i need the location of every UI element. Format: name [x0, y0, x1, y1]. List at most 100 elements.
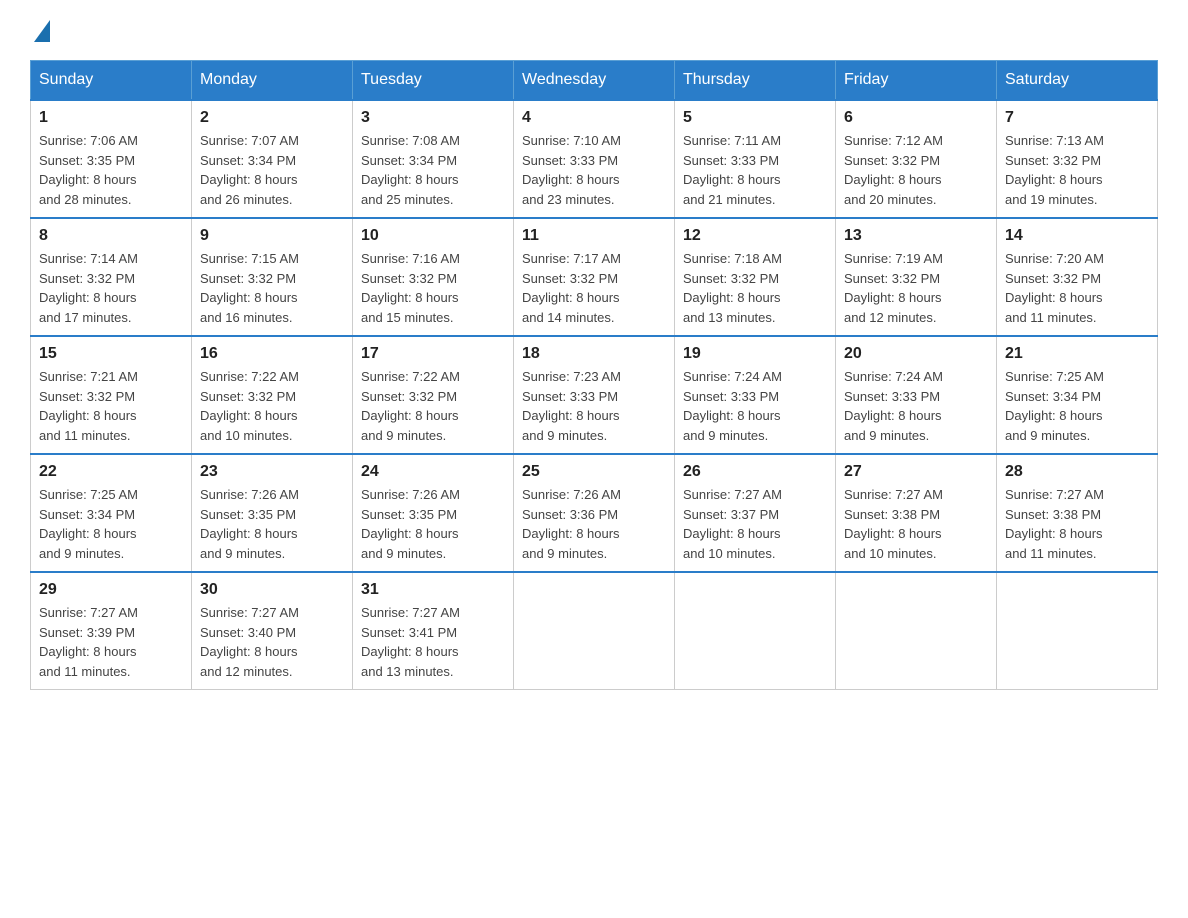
day-number: 21: [1005, 345, 1149, 363]
day-number: 11: [522, 227, 666, 245]
day-info: Sunrise: 7:11 AM Sunset: 3:33 PM Dayligh…: [683, 131, 827, 209]
calendar-cell: 18 Sunrise: 7:23 AM Sunset: 3:33 PM Dayl…: [514, 336, 675, 454]
weekday-header-row: SundayMondayTuesdayWednesdayThursdayFrid…: [31, 61, 1158, 101]
day-number: 7: [1005, 109, 1149, 127]
day-info: Sunrise: 7:13 AM Sunset: 3:32 PM Dayligh…: [1005, 131, 1149, 209]
day-number: 1: [39, 109, 183, 127]
day-info: Sunrise: 7:12 AM Sunset: 3:32 PM Dayligh…: [844, 131, 988, 209]
day-info: Sunrise: 7:19 AM Sunset: 3:32 PM Dayligh…: [844, 249, 988, 327]
calendar-week-2: 8 Sunrise: 7:14 AM Sunset: 3:32 PM Dayli…: [31, 218, 1158, 336]
day-number: 4: [522, 109, 666, 127]
calendar-cell: 26 Sunrise: 7:27 AM Sunset: 3:37 PM Dayl…: [675, 454, 836, 572]
calendar-week-4: 22 Sunrise: 7:25 AM Sunset: 3:34 PM Dayl…: [31, 454, 1158, 572]
day-number: 2: [200, 109, 344, 127]
day-info: Sunrise: 7:27 AM Sunset: 3:38 PM Dayligh…: [1005, 485, 1149, 563]
day-number: 15: [39, 345, 183, 363]
calendar-week-3: 15 Sunrise: 7:21 AM Sunset: 3:32 PM Dayl…: [31, 336, 1158, 454]
logo-top: [30, 20, 50, 44]
calendar-cell: 10 Sunrise: 7:16 AM Sunset: 3:32 PM Dayl…: [353, 218, 514, 336]
weekday-header-friday: Friday: [836, 61, 997, 101]
day-number: 29: [39, 581, 183, 599]
day-info: Sunrise: 7:21 AM Sunset: 3:32 PM Dayligh…: [39, 367, 183, 445]
calendar-cell: 29 Sunrise: 7:27 AM Sunset: 3:39 PM Dayl…: [31, 572, 192, 690]
calendar-cell: [836, 572, 997, 690]
calendar-cell: 3 Sunrise: 7:08 AM Sunset: 3:34 PM Dayli…: [353, 100, 514, 218]
day-number: 20: [844, 345, 988, 363]
calendar-cell: 13 Sunrise: 7:19 AM Sunset: 3:32 PM Dayl…: [836, 218, 997, 336]
calendar-cell: 14 Sunrise: 7:20 AM Sunset: 3:32 PM Dayl…: [997, 218, 1158, 336]
calendar-cell: 22 Sunrise: 7:25 AM Sunset: 3:34 PM Dayl…: [31, 454, 192, 572]
calendar-cell: 7 Sunrise: 7:13 AM Sunset: 3:32 PM Dayli…: [997, 100, 1158, 218]
day-info: Sunrise: 7:27 AM Sunset: 3:37 PM Dayligh…: [683, 485, 827, 563]
weekday-header-thursday: Thursday: [675, 61, 836, 101]
calendar-cell: 17 Sunrise: 7:22 AM Sunset: 3:32 PM Dayl…: [353, 336, 514, 454]
weekday-header-tuesday: Tuesday: [353, 61, 514, 101]
day-number: 6: [844, 109, 988, 127]
calendar-table: SundayMondayTuesdayWednesdayThursdayFrid…: [30, 60, 1158, 690]
day-number: 27: [844, 463, 988, 481]
calendar-cell: [514, 572, 675, 690]
day-info: Sunrise: 7:27 AM Sunset: 3:38 PM Dayligh…: [844, 485, 988, 563]
day-info: Sunrise: 7:10 AM Sunset: 3:33 PM Dayligh…: [522, 131, 666, 209]
day-number: 10: [361, 227, 505, 245]
day-number: 25: [522, 463, 666, 481]
day-info: Sunrise: 7:22 AM Sunset: 3:32 PM Dayligh…: [361, 367, 505, 445]
day-number: 26: [683, 463, 827, 481]
calendar-header: SundayMondayTuesdayWednesdayThursdayFrid…: [31, 61, 1158, 101]
day-info: Sunrise: 7:24 AM Sunset: 3:33 PM Dayligh…: [844, 367, 988, 445]
weekday-header-wednesday: Wednesday: [514, 61, 675, 101]
day-info: Sunrise: 7:27 AM Sunset: 3:39 PM Dayligh…: [39, 603, 183, 681]
calendar-cell: 30 Sunrise: 7:27 AM Sunset: 3:40 PM Dayl…: [192, 572, 353, 690]
day-number: 3: [361, 109, 505, 127]
day-info: Sunrise: 7:17 AM Sunset: 3:32 PM Dayligh…: [522, 249, 666, 327]
day-number: 19: [683, 345, 827, 363]
weekday-header-monday: Monday: [192, 61, 353, 101]
calendar-cell: 1 Sunrise: 7:06 AM Sunset: 3:35 PM Dayli…: [31, 100, 192, 218]
calendar-cell: 21 Sunrise: 7:25 AM Sunset: 3:34 PM Dayl…: [997, 336, 1158, 454]
calendar-cell: 31 Sunrise: 7:27 AM Sunset: 3:41 PM Dayl…: [353, 572, 514, 690]
calendar-cell: 25 Sunrise: 7:26 AM Sunset: 3:36 PM Dayl…: [514, 454, 675, 572]
day-number: 14: [1005, 227, 1149, 245]
calendar-cell: 11 Sunrise: 7:17 AM Sunset: 3:32 PM Dayl…: [514, 218, 675, 336]
calendar-cell: 20 Sunrise: 7:24 AM Sunset: 3:33 PM Dayl…: [836, 336, 997, 454]
day-info: Sunrise: 7:08 AM Sunset: 3:34 PM Dayligh…: [361, 131, 505, 209]
weekday-header-sunday: Sunday: [31, 61, 192, 101]
day-number: 16: [200, 345, 344, 363]
day-info: Sunrise: 7:26 AM Sunset: 3:35 PM Dayligh…: [361, 485, 505, 563]
day-info: Sunrise: 7:14 AM Sunset: 3:32 PM Dayligh…: [39, 249, 183, 327]
calendar-cell: 23 Sunrise: 7:26 AM Sunset: 3:35 PM Dayl…: [192, 454, 353, 572]
day-number: 28: [1005, 463, 1149, 481]
calendar-cell: 8 Sunrise: 7:14 AM Sunset: 3:32 PM Dayli…: [31, 218, 192, 336]
day-number: 13: [844, 227, 988, 245]
day-number: 31: [361, 581, 505, 599]
calendar-cell: 5 Sunrise: 7:11 AM Sunset: 3:33 PM Dayli…: [675, 100, 836, 218]
day-info: Sunrise: 7:25 AM Sunset: 3:34 PM Dayligh…: [1005, 367, 1149, 445]
day-number: 22: [39, 463, 183, 481]
day-info: Sunrise: 7:27 AM Sunset: 3:40 PM Dayligh…: [200, 603, 344, 681]
day-info: Sunrise: 7:16 AM Sunset: 3:32 PM Dayligh…: [361, 249, 505, 327]
day-info: Sunrise: 7:23 AM Sunset: 3:33 PM Dayligh…: [522, 367, 666, 445]
day-info: Sunrise: 7:15 AM Sunset: 3:32 PM Dayligh…: [200, 249, 344, 327]
calendar-cell: [675, 572, 836, 690]
calendar-cell: 9 Sunrise: 7:15 AM Sunset: 3:32 PM Dayli…: [192, 218, 353, 336]
day-info: Sunrise: 7:25 AM Sunset: 3:34 PM Dayligh…: [39, 485, 183, 563]
calendar-cell: 16 Sunrise: 7:22 AM Sunset: 3:32 PM Dayl…: [192, 336, 353, 454]
calendar-week-1: 1 Sunrise: 7:06 AM Sunset: 3:35 PM Dayli…: [31, 100, 1158, 218]
page-header: [30, 20, 1158, 40]
calendar-cell: 27 Sunrise: 7:27 AM Sunset: 3:38 PM Dayl…: [836, 454, 997, 572]
calendar-cell: 2 Sunrise: 7:07 AM Sunset: 3:34 PM Dayli…: [192, 100, 353, 218]
logo-triangle-icon: [34, 20, 50, 42]
day-info: Sunrise: 7:26 AM Sunset: 3:35 PM Dayligh…: [200, 485, 344, 563]
day-number: 5: [683, 109, 827, 127]
calendar-cell: 19 Sunrise: 7:24 AM Sunset: 3:33 PM Dayl…: [675, 336, 836, 454]
weekday-header-saturday: Saturday: [997, 61, 1158, 101]
day-number: 18: [522, 345, 666, 363]
day-number: 9: [200, 227, 344, 245]
day-info: Sunrise: 7:24 AM Sunset: 3:33 PM Dayligh…: [683, 367, 827, 445]
calendar-cell: 28 Sunrise: 7:27 AM Sunset: 3:38 PM Dayl…: [997, 454, 1158, 572]
calendar-cell: 4 Sunrise: 7:10 AM Sunset: 3:33 PM Dayli…: [514, 100, 675, 218]
calendar-cell: 12 Sunrise: 7:18 AM Sunset: 3:32 PM Dayl…: [675, 218, 836, 336]
day-info: Sunrise: 7:07 AM Sunset: 3:34 PM Dayligh…: [200, 131, 344, 209]
calendar-cell: 15 Sunrise: 7:21 AM Sunset: 3:32 PM Dayl…: [31, 336, 192, 454]
day-info: Sunrise: 7:06 AM Sunset: 3:35 PM Dayligh…: [39, 131, 183, 209]
